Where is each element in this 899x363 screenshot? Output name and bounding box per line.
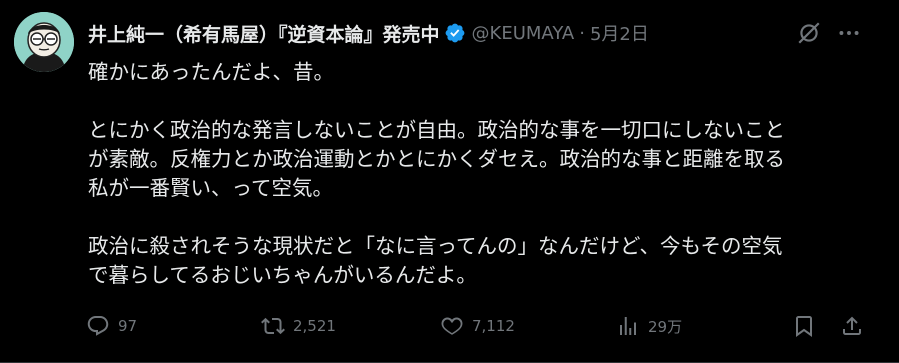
author-handle[interactable]: @KEUMAYA [472,23,575,44]
tweet-text-blank-line [88,203,868,232]
tweet-date[interactable]: 5月2日 [590,20,649,46]
tweet-text-line: 政治に殺されそうな現状だと「なに言ってんの」なんだけど、今もその空気 [88,234,783,258]
share-button[interactable] [840,312,864,340]
like-button[interactable]: 7,112 [440,312,515,340]
author-display-name[interactable]: 井上純一（希有馬屋）『逆資本論』発売中 [88,20,440,47]
like-count: 7,112 [472,317,515,335]
reply-count: 97 [118,317,138,335]
bar-chart-icon [620,317,636,335]
tweet-text-line: が素敵。反権力とか政治運動とかとにかくダセえ。政治的な事と距離を取る [88,147,785,171]
views-count: 29万 [648,317,683,336]
retweet-icon [261,317,285,335]
retweet-button[interactable]: 2,521 [261,312,336,340]
heart-icon [441,317,463,335]
reply-button[interactable]: 97 [86,312,137,340]
tweet-header: 井上純一（希有馬屋）『逆資本論』発売中 @KEUMAYA · 5月2日 [88,20,649,46]
views-button[interactable]: 29万 [616,312,682,340]
avatar-illustration [14,12,74,72]
tweet[interactable]: 井上純一（希有馬屋）『逆資本論』発売中 @KEUMAYA · 5月2日 確かにあ… [0,0,899,363]
grok-icon[interactable] [796,20,822,46]
separator-dot: · [579,22,585,44]
tweet-actions: 97 2,521 7,112 29万 [86,312,876,340]
tweet-text-line: で暮らしてるおじいちゃんがいるんだよ。 [88,263,477,287]
tweet-text-blank-line [88,87,868,116]
retweet-count: 2,521 [293,317,336,335]
tweet-text-line: 私が一番賢い、って空気。 [88,176,333,200]
avatar[interactable] [14,12,74,72]
share-icon [843,316,861,335]
tweet-text-line: 確かにあったんだよ、昔。 [88,60,334,84]
more-icon[interactable] [836,22,862,44]
tweet-text: 確かにあったんだよ、昔。 とにかく政治的な発言しないことが自由。政治的な事を一切… [88,58,868,290]
bookmark-icon [796,316,812,337]
verified-badge-icon[interactable] [444,22,466,44]
reply-icon [87,316,109,336]
bookmark-button[interactable] [792,312,816,340]
tweet-text-line: とにかく政治的な発言しないことが自由。政治的な事を一切口にしないこと [88,118,785,142]
